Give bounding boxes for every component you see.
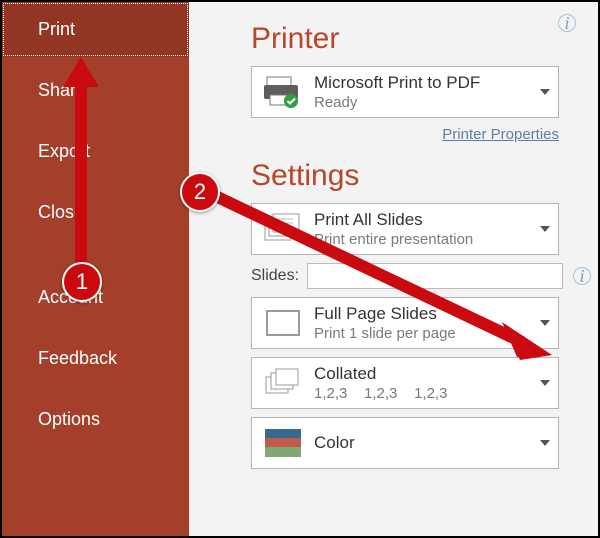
full-page-icon — [262, 304, 304, 342]
sidebar-item-export[interactable]: Export — [2, 124, 189, 179]
collate-title: Collated — [314, 364, 540, 384]
color-title: Color — [314, 433, 540, 453]
printer-selector[interactable]: Microsoft Print to PDF Ready — [251, 66, 559, 118]
sidebar-item-close[interactable]: Close — [2, 185, 189, 240]
printer-heading: Printer — [251, 22, 576, 56]
print-panel: i Printer Microsoft Print to PDF Ready P… — [189, 2, 598, 536]
sidebar-item-label: Options — [38, 409, 100, 430]
slides-row: Slides: i — [251, 263, 591, 289]
color-selector[interactable]: Color — [251, 417, 559, 469]
print-scope-selector[interactable]: Print All Slides Print entire presentati… — [251, 203, 559, 255]
settings-heading: Settings — [251, 159, 576, 193]
app-frame: Print Share Export Close Account Feedbac… — [0, 0, 600, 538]
chevron-down-icon — [540, 380, 550, 386]
info-icon[interactable]: i — [573, 267, 591, 285]
slides-input[interactable] — [307, 263, 563, 289]
slides-label: Slides: — [251, 267, 299, 285]
printer-icon — [262, 73, 304, 111]
collate-selector[interactable]: Collated 1,2,3 1,2,3 1,2,3 — [251, 357, 559, 409]
sidebar-item-account[interactable]: Account — [2, 270, 189, 325]
layout-subtitle: Print 1 slide per page — [314, 325, 540, 342]
scope-subtitle: Print entire presentation — [314, 231, 540, 248]
sidebar-item-label: Export — [38, 141, 90, 162]
sidebar-item-label: Share — [38, 80, 86, 101]
chevron-down-icon — [540, 440, 550, 446]
printer-properties-link[interactable]: Printer Properties — [251, 126, 559, 143]
backstage-sidebar: Print Share Export Close Account Feedbac… — [2, 2, 189, 536]
layout-title: Full Page Slides — [314, 304, 540, 324]
sidebar-item-print[interactable]: Print — [2, 2, 189, 57]
printer-name: Microsoft Print to PDF — [314, 73, 540, 93]
sidebar-item-feedback[interactable]: Feedback — [2, 331, 189, 386]
sidebar-item-label: Account — [38, 287, 103, 308]
sidebar-item-label: Close — [38, 202, 84, 223]
sidebar-item-label: Feedback — [38, 348, 117, 369]
chevron-down-icon — [540, 320, 550, 326]
slides-stack-icon — [262, 210, 304, 248]
layout-selector[interactable]: Full Page Slides Print 1 slide per page — [251, 297, 559, 349]
color-swatch-icon — [262, 424, 304, 462]
sidebar-item-share[interactable]: Share — [2, 63, 189, 118]
printer-status: Ready — [314, 94, 540, 111]
sidebar-item-label: Print — [38, 19, 75, 40]
scope-title: Print All Slides — [314, 210, 540, 230]
sidebar-item-options[interactable]: Options — [2, 392, 189, 447]
chevron-down-icon — [540, 89, 550, 95]
collate-subtitle: 1,2,3 1,2,3 1,2,3 — [314, 385, 540, 402]
chevron-down-icon — [540, 226, 550, 232]
collate-icon — [262, 364, 304, 402]
info-icon[interactable]: i — [558, 14, 576, 32]
